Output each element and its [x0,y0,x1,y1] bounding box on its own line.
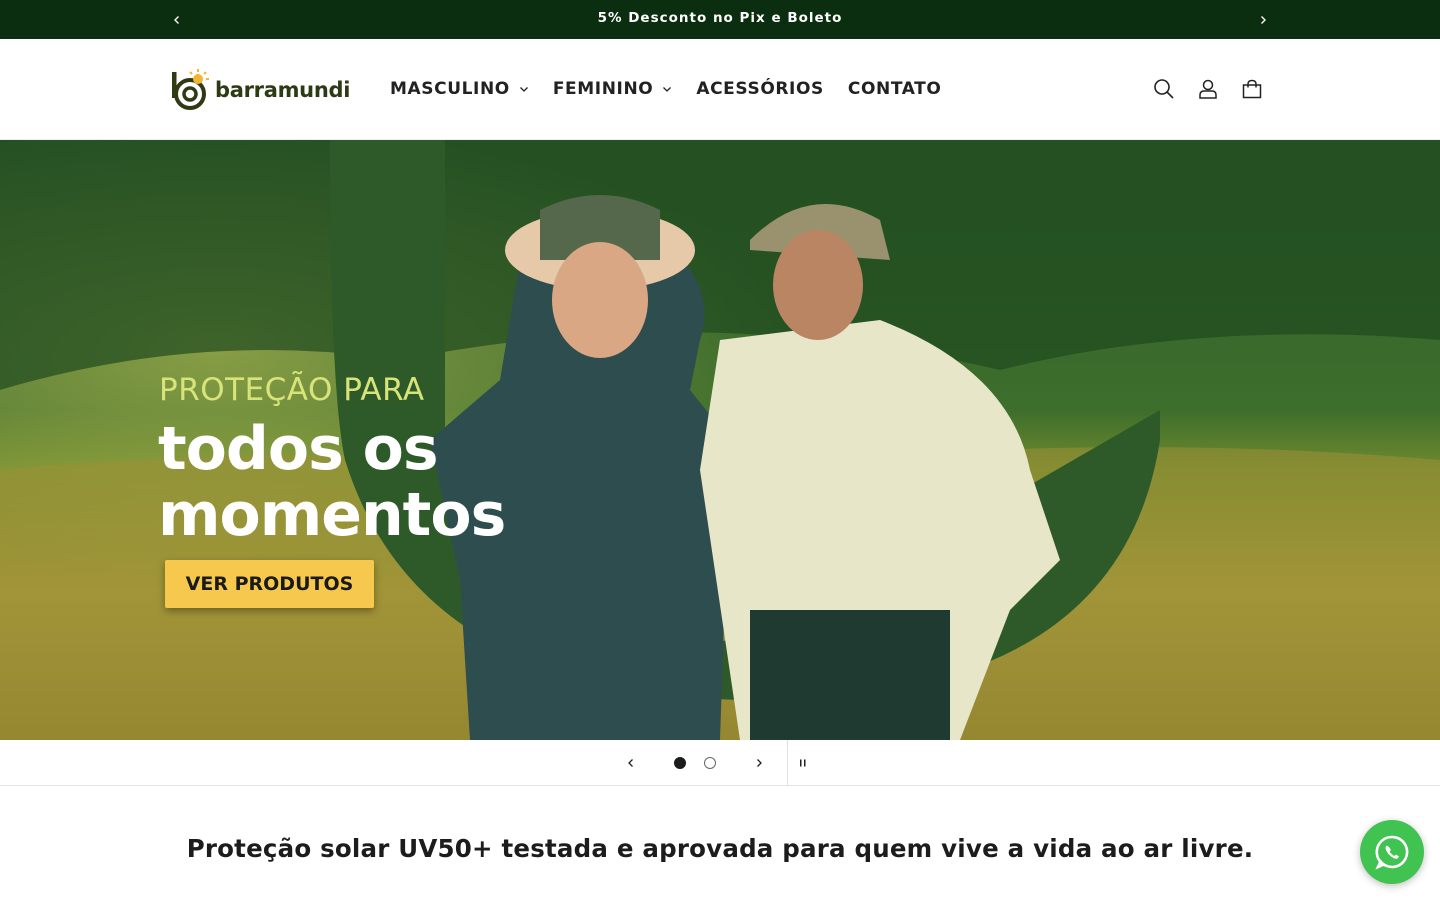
account-icon [1199,79,1217,99]
nav-item-label: ACESSÓRIOS [696,79,824,99]
section-tagline: Proteção solar UV50+ testada e aprovada … [186,834,1254,863]
cart-button[interactable] [1234,69,1270,109]
nav-item-masculino[interactable]: MASCULINO [390,79,529,99]
view-products-button[interactable]: VER PRODUTOS [165,560,374,608]
announcement-bar: 5% Desconto no Pix e Boleto [0,0,1440,39]
chevron-right-icon [1261,15,1266,24]
slideshow-pause-button[interactable] [790,740,816,786]
slide-next-button[interactable] [744,740,774,786]
search-button[interactable] [1146,69,1182,109]
nav-item-feminino[interactable]: FEMININO [553,79,673,99]
slider-controls [0,740,1440,786]
logo-icon [172,69,209,110]
chevron-left-icon [628,759,633,767]
nav-item-label: FEMININO [552,79,654,99]
main-nav: MASCULINO FEMININO ACESSÓRIOS CONTATO [390,39,965,139]
slide-prev-button[interactable] [616,740,646,786]
chevron-down-icon [663,87,672,92]
hero-kicker: PROTEÇÃO PARA [159,372,425,408]
hero-banner: PROTEÇÃO PARA todos os momentos VER PROD… [0,140,1440,740]
announcement-text: 5% Desconto no Pix e Boleto [597,10,843,26]
nav-item-label: CONTATO [847,79,942,99]
cart-icon [1242,79,1262,99]
header-icons [1146,69,1278,109]
slide-dot-1[interactable] [674,757,686,769]
controls-divider [787,740,788,786]
announcement-next-button[interactable] [1248,0,1278,39]
logo-text: barramundi [215,78,351,102]
whatsapp-button[interactable] [1360,820,1424,884]
logo[interactable]: barramundi [168,65,351,115]
slide-dot-2[interactable] [704,757,716,769]
pause-icon [800,759,806,767]
whatsapp-icon [1375,835,1409,870]
nav-item-acessorios[interactable]: ACESSÓRIOS [696,79,824,99]
hero-headline: todos os momentos [158,414,506,550]
site-header: barramundi MASCULINO FEMININO ACESSÓRIOS… [0,39,1440,140]
chevron-right-icon [757,759,762,767]
chevron-down-icon [519,87,528,92]
search-icon [1154,79,1174,99]
account-button[interactable] [1190,69,1226,109]
hero-headline-line2: momentos [158,480,506,550]
hero-headline-line1: todos os [158,414,439,484]
nav-item-label: MASCULINO [390,79,510,99]
nav-item-contato[interactable]: CONTATO [848,79,942,99]
